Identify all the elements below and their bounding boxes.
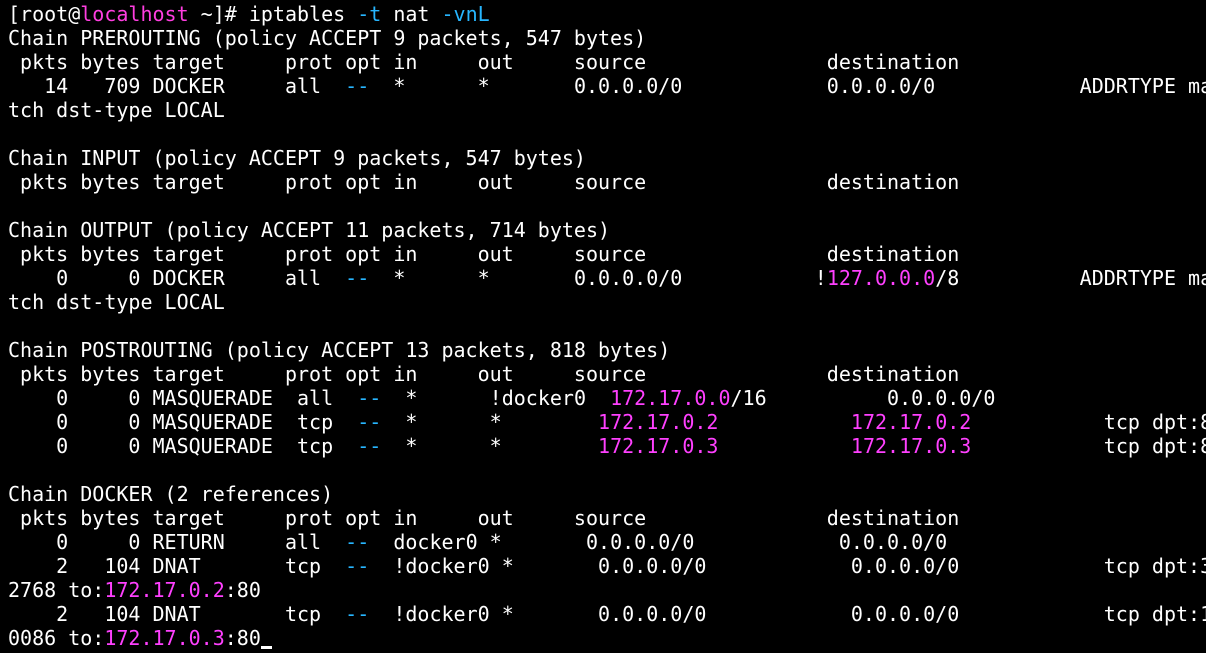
terminal-line: pkts bytes target prot opt in out source… xyxy=(8,50,1206,74)
terminal-text: !docker0 * 0.0.0.0/0 0.0.0.0/0 tcp dpt:1 xyxy=(369,602,1206,626)
terminal-text: pkts bytes target prot opt in out source… xyxy=(8,50,960,74)
terminal-line: Chain POSTROUTING (policy ACCEPT 13 pack… xyxy=(8,338,1206,362)
terminal-text: nat xyxy=(381,2,442,26)
terminal-window[interactable]: [root@localhost ~]# iptables -t nat -vnL… xyxy=(0,0,1206,653)
terminal-text: * * 0.0.0.0/0 ! xyxy=(369,266,827,290)
terminal-line: Chain INPUT (policy ACCEPT 9 packets, 54… xyxy=(8,146,1206,170)
terminal-text: -- xyxy=(357,410,382,434)
terminal-text: ~]# iptables xyxy=(188,2,358,26)
terminal-text: tcp dpt:80 xyxy=(971,434,1206,458)
terminal-text: tch dst-type LOCAL xyxy=(8,290,225,314)
terminal-text: Chain OUTPUT (policy ACCEPT 11 packets, … xyxy=(8,218,611,242)
terminal-text: 2 104 DNAT tcp xyxy=(8,554,346,578)
terminal-text: Chain POSTROUTING (policy ACCEPT 13 pack… xyxy=(8,338,671,362)
terminal-line: pkts bytes target prot opt in out source… xyxy=(8,362,1206,386)
terminal-text: [root@ xyxy=(8,2,81,26)
terminal-text: Chain INPUT (policy ACCEPT 9 packets, 54… xyxy=(8,146,586,170)
terminal-text: pkts bytes target prot opt in out source… xyxy=(8,170,960,194)
terminal-text: /16 0.0.0.0/0 xyxy=(730,386,996,410)
terminal-text: -- xyxy=(345,266,370,290)
terminal-text: Chain PREROUTING (policy ACCEPT 9 packet… xyxy=(8,26,647,50)
terminal-text: tch dst-type LOCAL xyxy=(8,98,225,122)
terminal-text: -- xyxy=(357,434,382,458)
terminal-text: 172.17.0.2 xyxy=(104,578,225,602)
terminal-line: 2 104 DNAT tcp -- !docker0 * 0.0.0.0/0 0… xyxy=(8,554,1206,578)
terminal-text: 0 0 MASQUERADE tcp xyxy=(8,434,358,458)
terminal-text: * * xyxy=(381,410,599,434)
terminal-text: 0 0 MASQUERADE all xyxy=(8,386,358,410)
terminal-text: -- xyxy=(345,554,370,578)
terminal-line: Chain DOCKER (2 references) xyxy=(8,482,1206,506)
terminal-line: pkts bytes target prot opt in out source… xyxy=(8,506,1206,530)
terminal-text: * * 0.0.0.0/0 0.0.0.0/0 ADDRTYPE ma xyxy=(369,74,1206,98)
terminal-text: -- xyxy=(357,386,382,410)
terminal-text: pkts bytes target prot opt in out source… xyxy=(8,242,960,266)
terminal-text: -vnL xyxy=(441,2,490,26)
terminal-line: 2 104 DNAT tcp -- !docker0 * 0.0.0.0/0 0… xyxy=(8,602,1206,626)
terminal-text: 172.17.0.3 xyxy=(850,434,972,458)
terminal-text: * !docker0 xyxy=(381,386,611,410)
terminal-line: pkts bytes target prot opt in out source… xyxy=(8,242,1206,266)
cursor-icon xyxy=(260,646,272,649)
terminal-text: 127.0.0.0 xyxy=(826,266,936,290)
terminal-line: pkts bytes target prot opt in out source… xyxy=(8,170,1206,194)
terminal-text: 14 709 DOCKER all xyxy=(8,74,346,98)
terminal-line: 14 709 DOCKER all -- * * 0.0.0.0/0 0.0.0… xyxy=(8,74,1206,98)
terminal-text: :80 xyxy=(224,626,261,650)
terminal-text: 172.17.0.3 xyxy=(104,626,225,650)
terminal-text: 0086 to: xyxy=(8,626,105,650)
terminal-line: tch dst-type LOCAL xyxy=(8,290,1206,314)
terminal-line: 0 0 MASQUERADE all -- * !docker0 172.17.… xyxy=(8,386,1206,410)
terminal-text: -- xyxy=(345,530,370,554)
terminal-text: 2 104 DNAT tcp xyxy=(8,602,346,626)
terminal-text: tcp dpt:80 xyxy=(971,410,1206,434)
terminal-line: 0 0 RETURN all -- docker0 * 0.0.0.0/0 0.… xyxy=(8,530,1206,554)
terminal-line: 0 0 DOCKER all -- * * 0.0.0.0/0 !127.0.0… xyxy=(8,266,1206,290)
terminal-text: 2768 to: xyxy=(8,578,105,602)
terminal-line: Chain OUTPUT (policy ACCEPT 11 packets, … xyxy=(8,218,1206,242)
terminal-line: 2768 to:172.17.0.2:80 xyxy=(8,578,1206,602)
terminal-line: Chain PREROUTING (policy ACCEPT 9 packet… xyxy=(8,26,1206,50)
terminal-text: -- xyxy=(345,602,370,626)
terminal-text: Chain DOCKER (2 references) xyxy=(8,482,334,506)
terminal-text: /8 ADDRTYPE ma xyxy=(935,266,1206,290)
terminal-line: 0 0 MASQUERADE tcp -- * * 172.17.0.2 172… xyxy=(8,410,1206,434)
terminal-text: * * xyxy=(381,434,599,458)
terminal-text: -- xyxy=(345,74,370,98)
terminal-line: tch dst-type LOCAL xyxy=(8,98,1206,122)
terminal-text: docker0 * 0.0.0.0/0 0.0.0.0/0 xyxy=(369,530,948,554)
terminal-text: pkts bytes target prot opt in out source… xyxy=(8,362,960,386)
terminal-text: 172.17.0.2 xyxy=(850,410,972,434)
terminal-text: 172.17.0.0 xyxy=(610,386,731,410)
terminal-text: !docker0 * 0.0.0.0/0 0.0.0.0/0 tcp dpt:3 xyxy=(369,554,1206,578)
terminal-text: 0 0 RETURN all xyxy=(8,530,346,554)
terminal-text: 172.17.0.3 xyxy=(598,434,719,458)
terminal-text: localhost xyxy=(80,2,189,26)
terminal-text: 0 0 MASQUERADE tcp xyxy=(8,410,358,434)
terminal-text: pkts bytes target prot opt in out source… xyxy=(8,506,960,530)
terminal-text: :80 xyxy=(224,578,261,602)
terminal-text: -t xyxy=(357,2,382,26)
terminal-line: [root@localhost ~]# iptables -t nat -vnL xyxy=(8,2,1206,26)
terminal-line: 0 0 MASQUERADE tcp -- * * 172.17.0.3 172… xyxy=(8,434,1206,458)
terminal-text: 0 0 DOCKER all xyxy=(8,266,346,290)
terminal-text: 172.17.0.2 xyxy=(598,410,719,434)
terminal-line: 0086 to:172.17.0.3:80 xyxy=(8,626,1206,650)
